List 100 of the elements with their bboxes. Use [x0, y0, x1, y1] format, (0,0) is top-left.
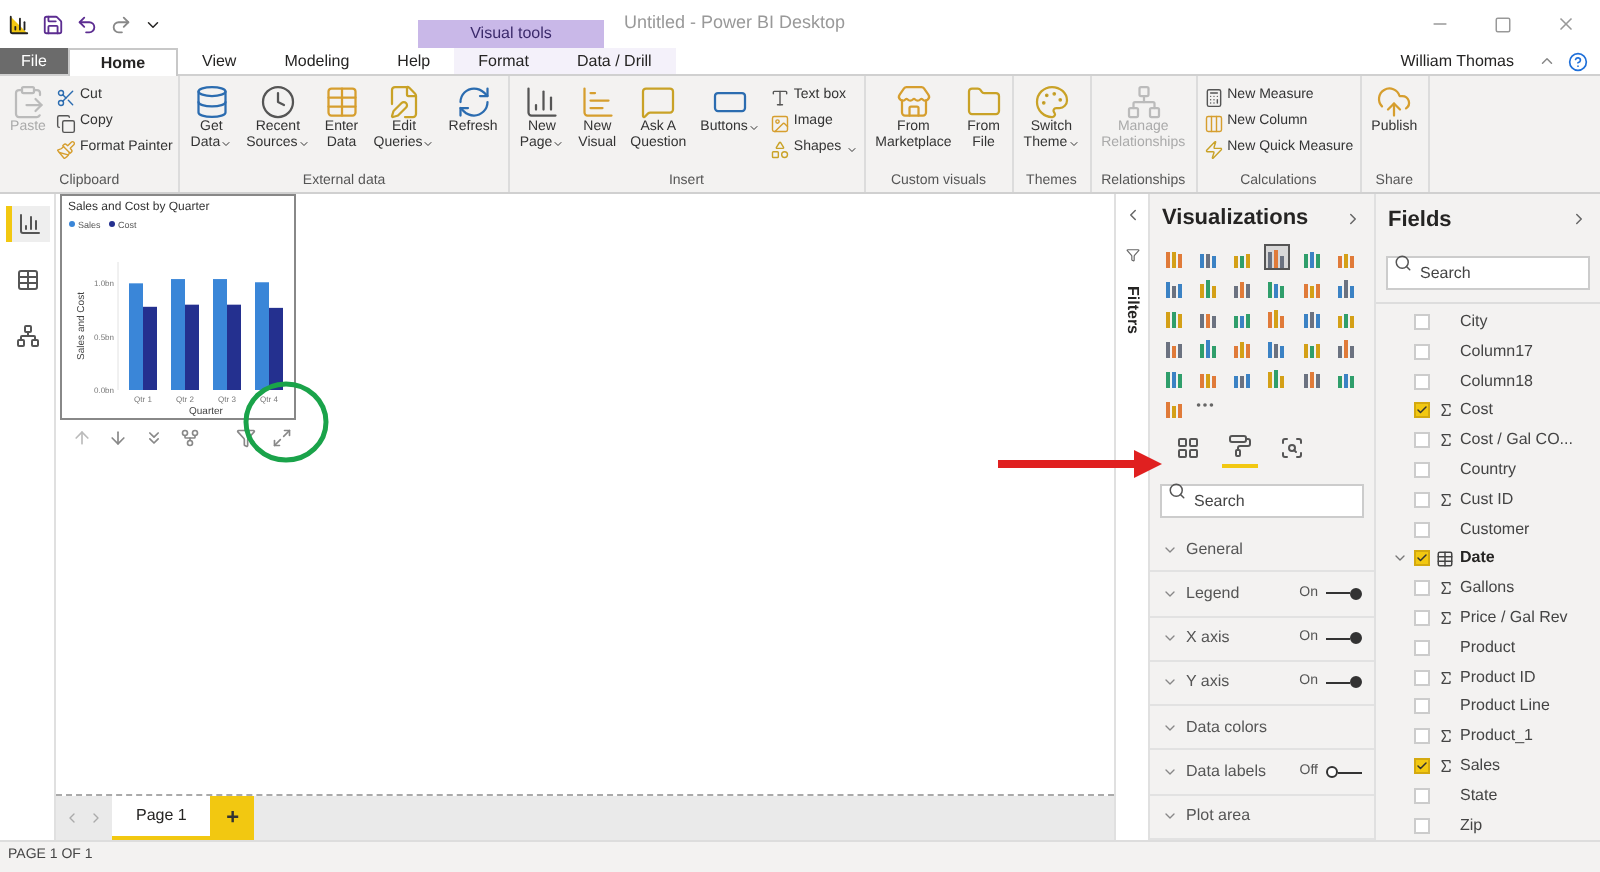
visual-type-icon: [1163, 247, 1183, 268]
visual-type-icon: [1266, 247, 1287, 268]
checkbox[interactable]: [1414, 550, 1430, 567]
checkbox[interactable]: [1414, 758, 1430, 774]
field-label[interactable]: Customer: [1460, 517, 1530, 542]
ribbon-tab[interactable]: Help: [373, 48, 455, 74]
field-label[interactable]: Column18: [1460, 369, 1533, 394]
checkbox[interactable]: [1414, 817, 1430, 834]
field-label[interactable]: Price / Gal Rev: [1460, 606, 1568, 631]
checkbox[interactable]: [1414, 728, 1430, 745]
checkbox[interactable]: [1414, 521, 1430, 538]
ribbon-tab[interactable]: Data / Drill: [552, 48, 676, 74]
page-tab[interactable]: Page 1: [112, 796, 211, 840]
visual-type-button[interactable]: [1333, 274, 1360, 301]
scroll-right-icon[interactable]: [88, 810, 104, 826]
checkbox[interactable]: [1414, 402, 1430, 419]
pane-tab-icon: [1228, 433, 1252, 458]
redo-icon[interactable]: [110, 13, 132, 35]
toggle-switch[interactable]: [1326, 676, 1362, 689]
format-section[interactable]: Data colors: [1150, 706, 1374, 751]
expand-icon[interactable]: [1570, 210, 1588, 229]
toggle-switch[interactable]: [1326, 766, 1362, 779]
checkbox[interactable]: [1414, 698, 1430, 715]
checkbox[interactable]: [1414, 432, 1430, 449]
filter-icon[interactable]: [236, 428, 256, 448]
ribbon-tab[interactable]: Format: [454, 48, 553, 74]
collapse-ribbon-icon[interactable]: [1538, 52, 1556, 70]
ribbon-icon: [579, 84, 616, 120]
field-label[interactable]: Zip: [1460, 813, 1483, 838]
checkbox[interactable]: [1414, 580, 1430, 597]
view-icon: [15, 268, 39, 292]
checkbox[interactable]: [1414, 462, 1430, 479]
ribbon-icon: [259, 84, 296, 120]
arrow-down-icon[interactable]: [108, 428, 128, 448]
checkbox[interactable]: [1414, 639, 1430, 656]
field-label[interactable]: Product Line: [1460, 694, 1550, 719]
sigma-icon: [1437, 669, 1453, 686]
expand-icon[interactable]: [1344, 210, 1362, 229]
search-field[interactable]: Search: [1386, 255, 1590, 290]
check-icon: [1416, 552, 1428, 565]
scroll-left-icon[interactable]: [64, 810, 80, 826]
checkbox[interactable]: [1414, 314, 1430, 331]
checkbox[interactable]: [1414, 491, 1430, 508]
ribbon-tab[interactable]: Home: [68, 48, 178, 76]
ribbon-tab[interactable]: View: [178, 48, 261, 74]
ribbon-icon: [323, 84, 360, 120]
fork-icon[interactable]: [180, 428, 200, 448]
visual-type-button[interactable]: [1194, 334, 1221, 361]
visual-type-icon: [1197, 337, 1218, 358]
double-down-icon[interactable]: [144, 428, 164, 448]
filters-label[interactable]: Filters: [1120, 286, 1144, 335]
visual-type-icon: [1232, 337, 1253, 358]
visual-type-icon: [1336, 337, 1357, 358]
close-icon[interactable]: [1556, 14, 1576, 34]
arrow-up-icon[interactable]: [72, 428, 92, 448]
toggle-switch[interactable]: [1326, 587, 1362, 600]
help-icon[interactable]: [1568, 51, 1588, 71]
field-label[interactable]: Product: [1460, 635, 1516, 660]
section-label: General: [1186, 537, 1245, 562]
field-label[interactable]: Cost: [1460, 398, 1493, 423]
field-label[interactable]: Gallons: [1460, 576, 1515, 601]
checkbox[interactable]: [1414, 373, 1430, 390]
field-label[interactable]: City: [1460, 310, 1488, 335]
visual-type-button[interactable]: [1194, 274, 1221, 301]
undo-icon[interactable]: [76, 13, 98, 35]
field-label[interactable]: Column17: [1460, 339, 1533, 364]
focus-mode-icon[interactable]: [272, 428, 292, 448]
ribbon-tab[interactable]: File: [0, 48, 68, 74]
maximize-icon[interactable]: [1494, 15, 1512, 33]
field-label[interactable]: State: [1460, 783, 1498, 808]
visual-type-icon: [1301, 307, 1322, 328]
ribbon-icon: [1376, 84, 1413, 120]
toggle-switch[interactable]: [1326, 632, 1362, 645]
visual-type-button[interactable]: [1263, 364, 1290, 391]
ribbon-icon: [965, 84, 1002, 120]
ribbon-icon: [769, 113, 790, 133]
view-icon: [15, 324, 39, 348]
format-section[interactable]: General: [1150, 527, 1374, 573]
save-icon[interactable]: [42, 13, 64, 35]
view-button[interactable]: [5, 206, 49, 242]
view-icon: [18, 212, 42, 236]
field-label[interactable]: Product_1: [1460, 724, 1533, 749]
checkbox[interactable]: [1414, 610, 1430, 627]
caret-icon: [845, 143, 858, 155]
visual-type-button[interactable]: [1263, 244, 1290, 271]
sigma-icon: [1437, 491, 1453, 508]
field-label[interactable]: Product ID: [1460, 665, 1536, 690]
checkbox[interactable]: [1414, 669, 1430, 686]
ribbon-tab[interactable]: Modeling: [260, 48, 374, 74]
field-label[interactable]: Country: [1460, 458, 1517, 483]
field-label[interactable]: Date: [1460, 546, 1495, 571]
search-field[interactable]: Search: [1160, 483, 1364, 518]
add-page-button[interactable]: +: [210, 796, 255, 840]
visual-type-button[interactable]: [1333, 334, 1360, 361]
caret-icon: [1067, 138, 1080, 150]
field-label[interactable]: Cost / Gal CO...: [1460, 428, 1573, 453]
field-label[interactable]: Sales: [1460, 754, 1501, 778]
field-label[interactable]: Cust ID: [1460, 487, 1514, 512]
checkbox[interactable]: [1414, 343, 1430, 360]
checkbox[interactable]: [1414, 787, 1430, 804]
